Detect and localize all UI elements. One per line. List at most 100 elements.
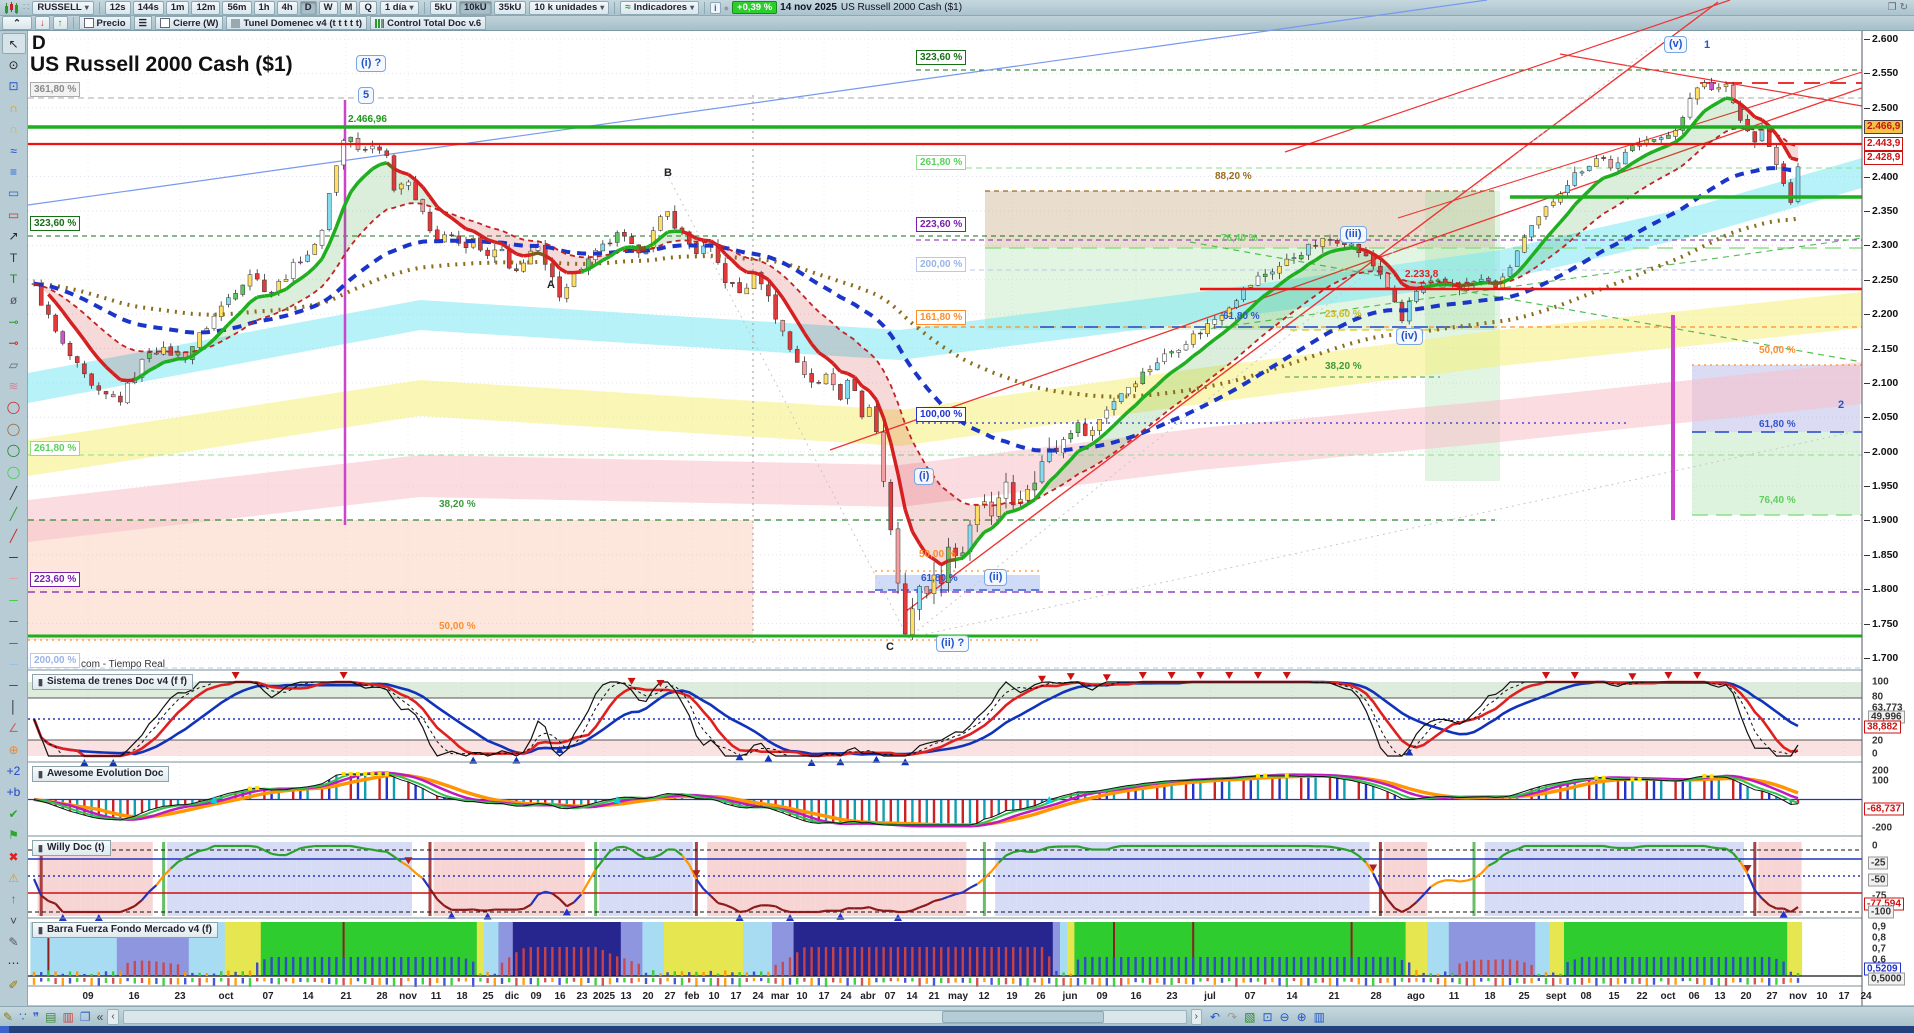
- date-label: 10: [796, 991, 807, 1002]
- panel2-axis-label: 100: [1872, 776, 1889, 787]
- date-label: 16: [128, 991, 139, 1002]
- date-label: 09: [530, 991, 541, 1002]
- date-label: nov: [1789, 991, 1807, 1002]
- date-label: nov: [399, 991, 417, 1002]
- panel-title-4[interactable]: ▮Barra Fuerza Fondo Mercado v4 (f): [32, 922, 218, 938]
- undo-icon[interactable]: ↶: [1210, 1010, 1220, 1024]
- date-label: 19: [1006, 991, 1017, 1002]
- date-label: 09: [1096, 991, 1107, 1002]
- panel3-axis-label: 0: [1872, 841, 1878, 852]
- panel3-axis-label: -50: [1868, 874, 1888, 887]
- panel-title-1[interactable]: ▮Sistema de trenes Doc v4 (f f): [32, 674, 193, 690]
- date-label: 28: [376, 991, 387, 1002]
- panel1-axis-label: 38,882: [1864, 721, 1901, 734]
- date-label: 14: [1286, 991, 1297, 1002]
- axis-tick: 1.700: [1872, 652, 1898, 664]
- panel4-axis-label: 0,5000: [1868, 973, 1905, 986]
- scroll-left-button[interactable]: ‹: [107, 1009, 118, 1025]
- date-label: 12: [978, 991, 989, 1002]
- axis-tick: 1.850: [1872, 549, 1898, 561]
- date-label: ago: [1407, 991, 1425, 1002]
- date-label: may: [948, 991, 968, 1002]
- axis-tick: 2.000: [1872, 446, 1898, 458]
- chart-canvas[interactable]: [0, 0, 1914, 1033]
- date-label: mar: [771, 991, 789, 1002]
- axis-tick: 2.550: [1872, 67, 1898, 79]
- redo-icon[interactable]: ↷: [1227, 1010, 1237, 1024]
- date-label: 08: [1580, 991, 1591, 1002]
- date-label: oct: [1661, 991, 1676, 1002]
- panel-title-text: Awesome Evolution Doc: [47, 768, 164, 780]
- chart-settings-icon[interactable]: ▧: [1244, 1010, 1255, 1024]
- share-icon[interactable]: ∵: [19, 1010, 27, 1024]
- axis-tick: 2.050: [1872, 411, 1898, 423]
- date-label: 22: [1636, 991, 1647, 1002]
- date-label: 26: [1034, 991, 1045, 1002]
- axis-tick: 2.150: [1872, 343, 1898, 355]
- date-label: 17: [730, 991, 741, 1002]
- date-label: 11: [431, 991, 442, 1002]
- date-label: 14: [302, 991, 313, 1002]
- date-label: 18: [456, 991, 467, 1002]
- report-icon[interactable]: ▤: [45, 1010, 56, 1024]
- panel3-axis-label: -100: [1868, 906, 1894, 919]
- date-label: 24: [840, 991, 851, 1002]
- date-label: 27: [664, 991, 675, 1002]
- date-label: 13: [620, 991, 631, 1002]
- panel4-axis-label: 0,9: [1872, 922, 1886, 933]
- date-label: 28: [1370, 991, 1381, 1002]
- panel-icon: ▮: [38, 768, 43, 780]
- axis-tick: 2.300: [1872, 239, 1898, 251]
- date-label: 27: [1766, 991, 1777, 1002]
- panel1-axis-label: 20: [1872, 736, 1883, 747]
- panel1-axis-label: 0: [1872, 749, 1878, 760]
- stats-icon[interactable]: ▥: [63, 1010, 74, 1024]
- date-label: 25: [482, 991, 493, 1002]
- axis-tick: 2.200: [1872, 308, 1898, 320]
- axis-tick: 2.600: [1872, 33, 1898, 45]
- status-strip: [0, 1026, 1914, 1033]
- notes-icon[interactable]: ✎: [3, 1010, 13, 1024]
- date-label: 21: [1328, 991, 1339, 1002]
- comment-icon[interactable]: ❞: [33, 1010, 39, 1024]
- date-label: 11: [1449, 991, 1460, 1002]
- chart-scrollbar[interactable]: [123, 1010, 1187, 1024]
- date-label: 24: [1860, 991, 1871, 1002]
- date-label: 07: [884, 991, 895, 1002]
- date-label: 21: [340, 991, 351, 1002]
- axis-tick: 1.800: [1872, 583, 1898, 595]
- columns-icon[interactable]: ▥: [1314, 1010, 1325, 1024]
- panel-title-text: Willy Doc (t): [47, 842, 105, 854]
- date-label: 10: [1816, 991, 1827, 1002]
- zoom-out-icon[interactable]: ⊖: [1280, 1010, 1290, 1024]
- date-label: 07: [262, 991, 273, 1002]
- date-label: 10: [708, 991, 719, 1002]
- date-label: 23: [174, 991, 185, 1002]
- panel-title-text: Barra Fuerza Fondo Mercado v4 (f): [47, 924, 212, 936]
- date-label: 17: [1838, 991, 1849, 1002]
- chart-scrollbar-thumb[interactable]: [942, 1011, 1104, 1023]
- zoom-in-icon[interactable]: ⊕: [1297, 1010, 1307, 1024]
- date-label: 20: [642, 991, 653, 1002]
- date-label: 15: [1608, 991, 1619, 1002]
- collapse-icon[interactable]: «: [97, 1010, 104, 1024]
- date-label: 25: [1518, 991, 1529, 1002]
- zoom-fit-icon[interactable]: ⊡: [1262, 1010, 1272, 1024]
- axis-tick: 2.400: [1872, 171, 1898, 183]
- panel-title-2[interactable]: ▮ Awesome Evolution Doc: [32, 766, 169, 782]
- panel2-axis-label: -200: [1872, 823, 1892, 834]
- date-label: dic: [505, 991, 519, 1002]
- price-tag: 2.443,9: [1864, 137, 1903, 151]
- panel4-axis-label: 0,7: [1872, 944, 1886, 955]
- axis-tick: 2.500: [1872, 102, 1898, 114]
- panel-icon: ▮: [38, 676, 43, 688]
- trading-platform-window: { "toolbar": { "symbol": "RUSSELL", "tim…: [0, 0, 1914, 1033]
- date-label: 20: [1740, 991, 1751, 1002]
- panel-title-3[interactable]: ▮ Willy Doc (t): [32, 840, 111, 856]
- window-icon[interactable]: ❐: [80, 1010, 91, 1024]
- date-label: abr: [860, 991, 876, 1002]
- panel-icon: ▮: [38, 842, 43, 854]
- scroll-right-button[interactable]: ›: [1191, 1009, 1202, 1025]
- price-tag: 2.466,9: [1864, 120, 1903, 134]
- date-label: 21: [928, 991, 939, 1002]
